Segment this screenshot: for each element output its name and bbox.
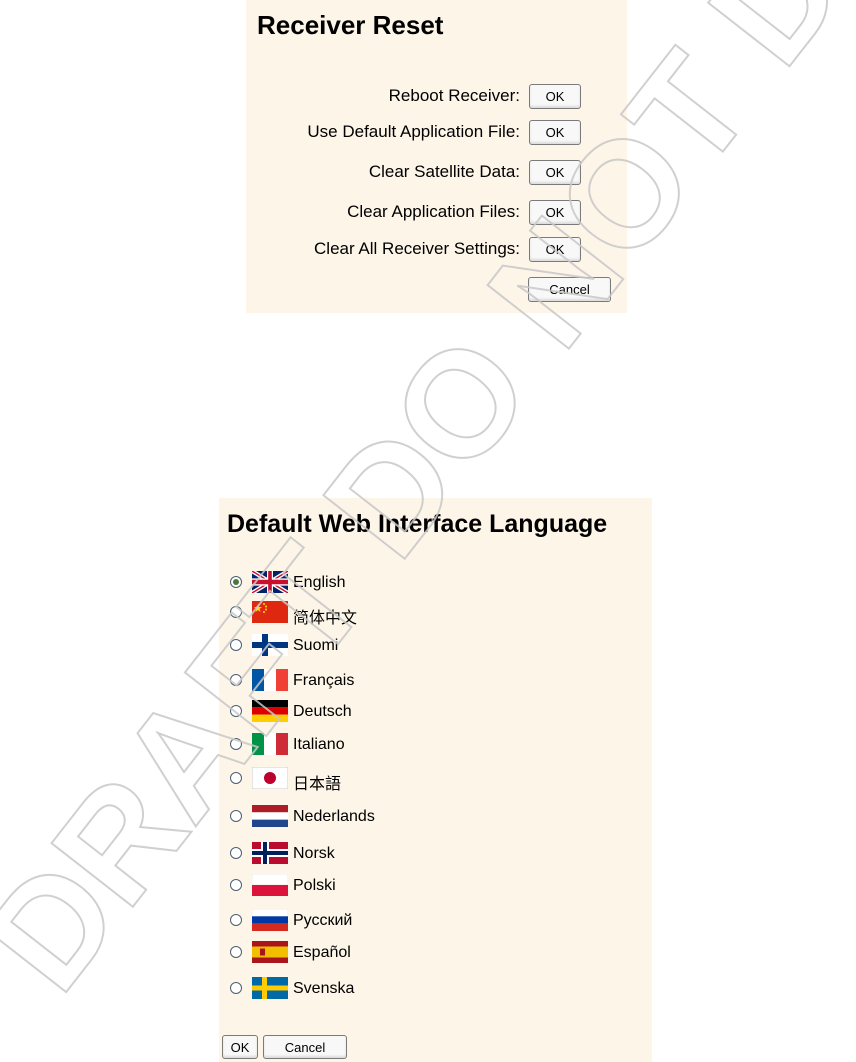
language-ok-button[interactable]: OK	[222, 1035, 258, 1059]
clear-application-files-ok-button[interactable]: OK	[529, 200, 581, 225]
language-option-japanese[interactable]: 日本語	[230, 766, 610, 793]
clear-all-receiver-settings-label: Clear All Receiver Settings:	[314, 239, 520, 258]
language-option-spanish[interactable]: Español	[230, 940, 610, 966]
germany-flag-icon	[252, 700, 288, 722]
italian-radio[interactable]	[230, 738, 242, 750]
clear-application-files-row: Clear Application Files: OK	[246, 198, 586, 226]
language-option-russian[interactable]: Русский	[230, 908, 610, 934]
spanish-label: Español	[293, 944, 351, 961]
receiver-reset-title: Receiver Reset	[257, 10, 444, 40]
reboot-receiver-label: Reboot Receiver:	[388, 86, 520, 105]
reboot-receiver-row: Reboot Receiver: OK	[246, 82, 586, 110]
clear-satellite-data-ok-button[interactable]: OK	[529, 160, 581, 185]
language-option-french[interactable]: Français	[230, 668, 610, 694]
language-option-polish[interactable]: Polski	[230, 873, 610, 899]
reboot-receiver-ok-button[interactable]: OK	[529, 84, 581, 109]
language-option-finnish[interactable]: Suomi	[230, 633, 610, 659]
french-label: Français	[293, 672, 355, 689]
language-cancel-button[interactable]: Cancel	[263, 1035, 347, 1059]
language-panel: Default Web Interface Language English 简…	[219, 498, 652, 1062]
clear-satellite-data-row: Clear Satellite Data: OK	[246, 158, 586, 186]
uk-flag-icon	[252, 571, 288, 593]
russian-radio[interactable]	[230, 914, 242, 926]
language-option-norwegian[interactable]: Norsk	[230, 841, 610, 867]
receiver-reset-cancel-button[interactable]: Cancel	[528, 277, 611, 302]
swedish-radio[interactable]	[230, 982, 242, 994]
language-option-swedish[interactable]: Svenska	[230, 976, 610, 1002]
default-application-file-ok-button[interactable]: OK	[529, 120, 581, 145]
receiver-reset-panel: Receiver Reset Reboot Receiver: OK Use D…	[246, 0, 627, 313]
english-label: English	[293, 574, 346, 591]
dutch-label: Nederlands	[293, 808, 375, 825]
default-application-file-label: Use Default Application File:	[307, 122, 520, 141]
poland-flag-icon	[252, 874, 288, 896]
language-option-german[interactable]: Deutsch	[230, 699, 610, 725]
sweden-flag-icon	[252, 977, 288, 999]
spain-flag-icon	[252, 941, 288, 963]
norway-flag-icon	[252, 842, 288, 864]
norwegian-label: Norsk	[293, 845, 335, 862]
dutch-radio[interactable]	[230, 810, 242, 822]
russian-label: Русский	[293, 912, 353, 929]
language-title: Default Web Interface Language	[227, 510, 608, 538]
finland-flag-icon	[252, 634, 288, 656]
japanese-label: 日本語	[293, 776, 342, 793]
language-option-italian[interactable]: Italiano	[230, 732, 610, 758]
netherlands-flag-icon	[252, 805, 288, 827]
finnish-label: Suomi	[293, 637, 339, 654]
russia-flag-icon	[252, 909, 288, 931]
clear-all-receiver-settings-row: Clear All Receiver Settings: OK	[246, 235, 586, 263]
language-option-english[interactable]: English	[230, 570, 610, 596]
norwegian-radio[interactable]	[230, 847, 242, 859]
finnish-radio[interactable]	[230, 639, 242, 651]
clear-satellite-data-label: Clear Satellite Data:	[368, 162, 520, 181]
german-radio[interactable]	[230, 705, 242, 717]
spanish-radio[interactable]	[230, 946, 242, 958]
german-label: Deutsch	[293, 703, 352, 720]
swedish-label: Svenska	[293, 980, 355, 997]
language-option-dutch[interactable]: Nederlands	[230, 804, 610, 830]
france-flag-icon	[252, 669, 288, 691]
language-option-chinese[interactable]: 简体中文	[230, 600, 610, 627]
chinese-radio[interactable]	[230, 606, 242, 618]
french-radio[interactable]	[230, 674, 242, 686]
japanese-radio[interactable]	[230, 772, 242, 784]
italy-flag-icon	[252, 733, 288, 755]
polish-radio[interactable]	[230, 879, 242, 891]
chinese-label: 简体中文	[293, 610, 358, 627]
polish-label: Polski	[293, 877, 336, 894]
china-flag-icon	[252, 601, 288, 623]
default-application-file-row: Use Default Application File: OK	[246, 118, 586, 146]
clear-application-files-label: Clear Application Files:	[347, 202, 520, 221]
japan-flag-icon	[252, 767, 288, 789]
italian-label: Italiano	[293, 736, 345, 753]
english-radio[interactable]	[230, 576, 242, 588]
clear-all-receiver-settings-ok-button[interactable]: OK	[529, 237, 581, 262]
